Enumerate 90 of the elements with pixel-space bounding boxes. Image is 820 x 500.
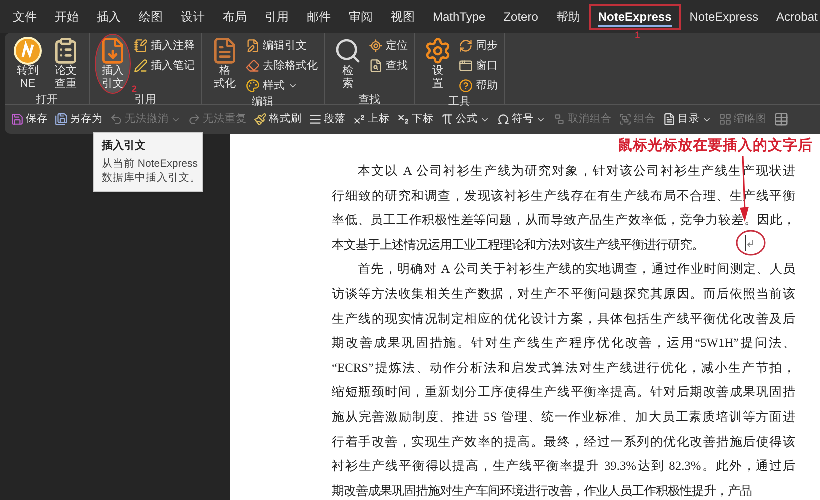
document-text-line: 访谈等方法收集相关生产数据，对生产不平衡问题探究其原因。而后依照当前该 xyxy=(332,286,795,303)
ribbon-large-button[interactable]: 设 置 xyxy=(421,35,455,95)
undo-icon xyxy=(110,113,123,126)
table-icon[interactable] xyxy=(774,112,789,127)
menu-tab[interactable]: Zotero xyxy=(494,4,548,30)
document-pen-icon xyxy=(246,39,260,53)
menu-tab[interactable]: 文件 xyxy=(4,4,46,30)
ribbon-large-button[interactable]: 论文 查重 xyxy=(49,35,83,93)
toolbar-button[interactable]: 公式 xyxy=(441,112,490,128)
menu-tab[interactable]: 开始 xyxy=(46,4,88,30)
document-search-icon xyxy=(369,59,383,73)
document-icon xyxy=(663,113,676,126)
document-text-line: 行着手改善，实现生产效率的提高。最终，经过一系列的优化改善措施后使得该 xyxy=(332,434,795,451)
help-icon xyxy=(459,79,473,93)
toolbar-button[interactable]: 段落 xyxy=(309,112,346,128)
paragraph-icon xyxy=(309,113,322,126)
superscript-icon xyxy=(353,113,366,126)
menu-tab[interactable]: MathType xyxy=(424,4,495,30)
ribbon-small-button[interactable]: 去除格式化 xyxy=(246,57,318,75)
document-text-line: 本文以 A 公司衬衫生产线为研究对象，针对该公司衬衫生产线生产现状进 xyxy=(357,163,795,180)
document-text-line: 率低、员工工作积极性差等问题，从而导致产品生产效率低，竞争力较差。因此， xyxy=(332,212,795,230)
document-text-line: 期改善成果巩固措施对生产车间环境进行改善，作业人员工作积极性提升，产品 xyxy=(332,482,752,500)
document-text-line: 生产线的现实情况制定相应的优化设计方案，具体包括生产线平衡优化改善及后 xyxy=(332,310,795,328)
menu-tab[interactable]: 视图 xyxy=(382,4,424,30)
menu-tab[interactable]: 插入 xyxy=(88,4,130,30)
pi-icon xyxy=(441,113,454,126)
toolbar-button[interactable]: 格式刷 xyxy=(254,112,302,128)
toolbar-button[interactable]: 下标 xyxy=(397,112,434,128)
logo-icon xyxy=(14,37,42,65)
ribbon-small-button[interactable]: 帮助 xyxy=(459,77,498,95)
palette-icon xyxy=(246,79,260,93)
document-text-line: 首先，明确对 A 公司关于衬衫生产线的实地调查，通过作业时间测定、人员 xyxy=(357,261,795,278)
window-icon xyxy=(459,59,473,73)
document-text-line: “ECRS”提炼法、动作分析法和启发式算法对生产线进行优化，减小生产节拍， xyxy=(332,360,795,377)
crosshair-icon xyxy=(369,39,383,53)
gear-icon xyxy=(424,37,452,65)
ribbon-large-button[interactable]: 转到 NE xyxy=(11,35,45,93)
ribbon-large-button[interactable]: 格 式化 xyxy=(208,35,242,95)
notepad-pen-icon xyxy=(134,39,148,53)
group-label: 引用 xyxy=(134,93,156,108)
menu-tab[interactable]: 帮助 xyxy=(547,4,590,30)
menu-tab[interactable]: 审阅 xyxy=(340,4,382,30)
save-icon xyxy=(11,113,24,126)
document-text-line: 衬衫生产线平衡得以提高，生产线平衡率提升 39.3%达到 82.3%。此外，通过后 xyxy=(332,458,795,476)
document-text-line: 本文基于上述情况运用工业工程理论和方法对该生产线平衡进行研究。 xyxy=(332,236,704,254)
ungroup-icon xyxy=(553,113,566,126)
group-label: 查找 xyxy=(358,93,380,108)
redo-icon xyxy=(188,113,201,126)
toolbar-button[interactable]: 目录 xyxy=(663,112,712,128)
ribbon-small-button[interactable]: 定位 xyxy=(369,37,408,55)
menu-tab[interactable]: 绘图 xyxy=(130,4,172,30)
ribbon-small-button[interactable]: 编辑引文 xyxy=(246,37,318,55)
ribbon-small-button[interactable]: 查找 xyxy=(369,57,408,75)
save-as-icon xyxy=(55,113,68,126)
menu-tab[interactable]: 引用 xyxy=(256,4,298,30)
pen-icon xyxy=(134,59,148,73)
ribbon-small-button[interactable]: 同步 xyxy=(459,37,498,55)
menu-tab[interactable]: NoteExpress xyxy=(680,4,768,30)
text-cursor-icon xyxy=(745,235,755,251)
toolbar-button[interactable]: 上标 xyxy=(353,112,390,128)
document-text-line: 缩短瓶颈时间，重新划分工序使得生产线平衡率提高。针对后期改善成果巩固措 xyxy=(332,384,795,402)
ribbon-large-button[interactable]: 检 索 xyxy=(331,35,365,93)
menu-tab[interactable]: 布局 xyxy=(214,4,256,30)
toolbar-button[interactable]: 另存为 xyxy=(55,112,103,128)
group-icon xyxy=(619,113,632,126)
magnifier-icon xyxy=(334,37,362,65)
tooltip-title: 插入引文 xyxy=(102,139,147,154)
ribbon-small-button[interactable]: 窗口 xyxy=(459,57,498,75)
eraser-icon xyxy=(246,59,260,73)
menu-tab[interactable]: 邮件 xyxy=(298,4,340,30)
group-label: 工具 xyxy=(448,95,470,110)
grid-icon xyxy=(719,113,732,126)
group-label: 编辑 xyxy=(252,95,274,110)
tooltip-text: 数据库中插入引文。 xyxy=(102,171,194,185)
menu-tab[interactable]: Acrobat xyxy=(767,4,820,30)
ribbon-small-button[interactable]: 样式 xyxy=(246,77,318,95)
document-text-line: 期改善成果巩固措施。针对生产线生产程序优化改善，运用“5W1H”提问法、 xyxy=(332,335,795,352)
subscript-icon xyxy=(397,113,410,126)
annotation-circle xyxy=(736,230,766,256)
step-number: 2 xyxy=(132,85,138,94)
group-label: 打开 xyxy=(36,93,58,108)
toolbar-button[interactable]: 符号 xyxy=(497,112,546,128)
toolbar-button[interactable]: 保存 xyxy=(11,112,48,128)
paintbrush-icon xyxy=(254,113,267,126)
omega-icon xyxy=(497,113,510,126)
step-number: 1 xyxy=(635,30,640,40)
annotation-caption: 鼠标光标放在要插入的文字后 xyxy=(618,136,813,156)
document-text-line: 施从完善激励制度、推进 5S 管理、统一作业标准、加大员工素质培训等方面进 xyxy=(332,408,795,426)
menu-tab[interactable]: 设计 xyxy=(172,4,214,30)
refresh-icon xyxy=(459,39,473,53)
